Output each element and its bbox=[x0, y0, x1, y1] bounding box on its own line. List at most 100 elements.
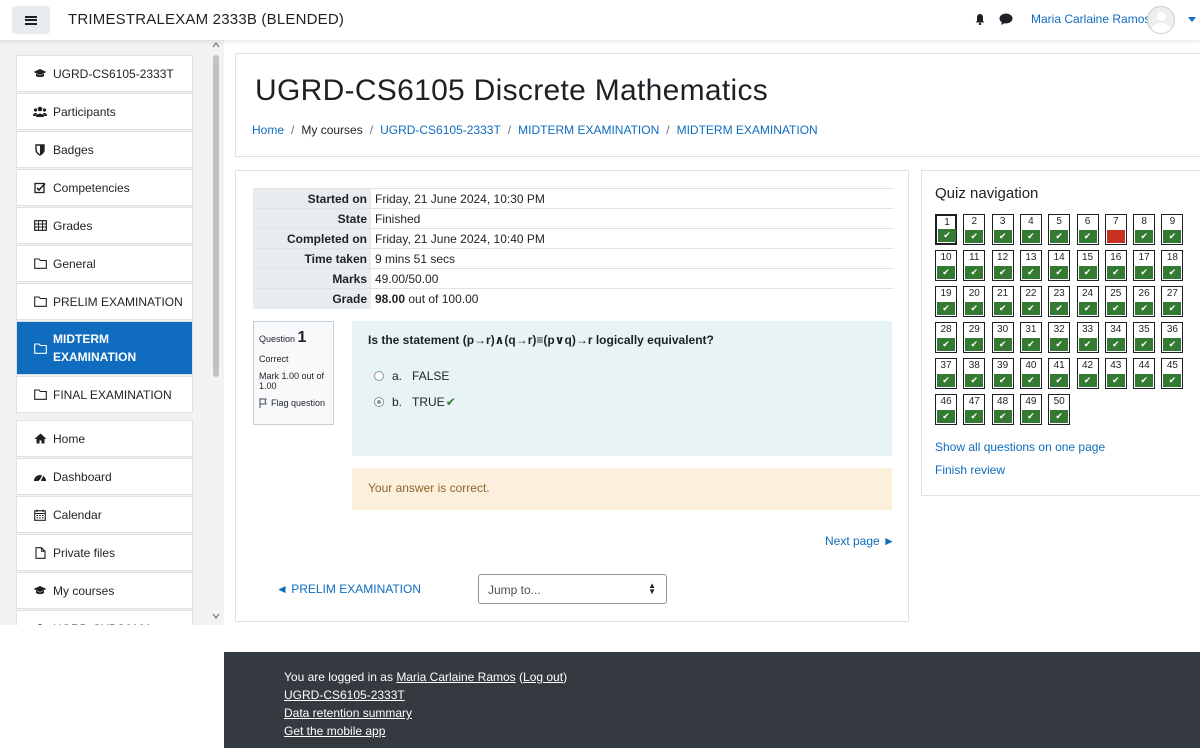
quiz-nav-button-16[interactable]: 16 ✔ bbox=[1104, 250, 1127, 281]
scrollbar-thumb[interactable] bbox=[213, 55, 219, 377]
sidebar-item-final-examination[interactable]: FINAL EXAMINATION bbox=[16, 376, 193, 413]
quiz-nav-button-41[interactable]: 41 ✔ bbox=[1048, 358, 1071, 389]
top-navbar: TRIMESTRALEXAM 2333B (BLENDED) Maria Car… bbox=[0, 0, 1200, 40]
sidebar-item-participants[interactable]: Participants bbox=[16, 93, 193, 130]
quiz-nav-button-47[interactable]: 47 ✔ bbox=[963, 394, 986, 425]
quiz-nav-button-45[interactable]: 45 ✔ bbox=[1161, 358, 1184, 389]
quiz-nav-number: 16 bbox=[1110, 252, 1122, 263]
footer-user-link[interactable]: Maria Carlaine Ramos bbox=[396, 670, 515, 684]
quiz-nav-button-8[interactable]: 8 ✔ bbox=[1133, 214, 1156, 245]
sidebar-item-ugrd-cybs6101[interactable]: UGRD-CYBS6101- bbox=[16, 610, 193, 625]
quiz-nav-button-36[interactable]: 36 ✔ bbox=[1161, 322, 1184, 353]
quiz-nav-button-37[interactable]: 37 ✔ bbox=[935, 358, 957, 389]
sidebar-item-label: Private files bbox=[53, 545, 116, 560]
quiz-nav-button-6[interactable]: 6 ✔ bbox=[1076, 214, 1099, 245]
quiz-nav-button-5[interactable]: 5 ✔ bbox=[1048, 214, 1071, 245]
quiz-nav-button-1[interactable]: 1 ✔ bbox=[935, 214, 957, 245]
sidebar-item-midterm-examination[interactable]: MIDTERM EXAMINATION bbox=[16, 321, 193, 375]
mobile-app-link[interactable]: Get the mobile app bbox=[284, 724, 385, 738]
site-name[interactable]: TRIMESTRALEXAM 2333B (BLENDED) bbox=[68, 11, 344, 28]
quiz-nav-button-48[interactable]: 48 ✔ bbox=[991, 394, 1014, 425]
sidebar-item-calendar[interactable]: Calendar bbox=[16, 496, 193, 533]
correct-state-icon: ✔ bbox=[965, 302, 984, 315]
quiz-nav-button-13[interactable]: 13 ✔ bbox=[1019, 250, 1042, 281]
quiz-nav-button-30[interactable]: 30 ✔ bbox=[991, 322, 1014, 353]
sidebar-item-label: MIDTERM EXAMINATION bbox=[53, 332, 137, 364]
sidebar-item-dashboard[interactable]: Dashboard bbox=[16, 458, 193, 495]
quiz-nav-button-43[interactable]: 43 ✔ bbox=[1104, 358, 1127, 389]
sidebar-item-general[interactable]: General bbox=[16, 245, 193, 282]
quiz-nav-button-3[interactable]: 3 ✔ bbox=[991, 214, 1014, 245]
jump-to-select[interactable]: Jump to... ▲ ▼ bbox=[478, 574, 667, 604]
quiz-nav-button-24[interactable]: 24 ✔ bbox=[1076, 286, 1099, 317]
quiz-nav-button-35[interactable]: 35 ✔ bbox=[1133, 322, 1156, 353]
quiz-nav-button-12[interactable]: 12 ✔ bbox=[991, 250, 1014, 281]
sidebar-item-badges[interactable]: Badges bbox=[16, 131, 193, 168]
quiz-nav-button-18[interactable]: 18 ✔ bbox=[1161, 250, 1184, 281]
quiz-nav-button-32[interactable]: 32 ✔ bbox=[1048, 322, 1071, 353]
breadcrumb-item[interactable]: UGRD-CS6105-2333T bbox=[380, 123, 501, 137]
quiz-nav-button-22[interactable]: 22 ✔ bbox=[1019, 286, 1042, 317]
quiz-nav-button-49[interactable]: 49 ✔ bbox=[1019, 394, 1042, 425]
quiz-nav-button-40[interactable]: 40 ✔ bbox=[1019, 358, 1042, 389]
sidebar-item-ugrd-cs6105-2333t[interactable]: UGRD-CS6105-2333T bbox=[16, 55, 193, 92]
show-all-questions-link[interactable]: Show all questions on one page bbox=[935, 440, 1105, 454]
quiz-nav-button-31[interactable]: 31 ✔ bbox=[1019, 322, 1042, 353]
bell-icon[interactable] bbox=[974, 13, 986, 25]
quiz-nav-button-26[interactable]: 26 ✔ bbox=[1133, 286, 1156, 317]
correct-state-icon: ✔ bbox=[937, 302, 955, 315]
quiz-nav-button-23[interactable]: 23 ✔ bbox=[1048, 286, 1071, 317]
correct-state-icon: ✔ bbox=[993, 374, 1012, 387]
quiz-nav-button-34[interactable]: 34 ✔ bbox=[1104, 322, 1127, 353]
chevron-down-icon[interactable] bbox=[1188, 17, 1196, 22]
flag-question-button[interactable]: Flag question bbox=[259, 398, 328, 408]
quiz-nav-button-29[interactable]: 29 ✔ bbox=[963, 322, 986, 353]
quiz-nav-button-46[interactable]: 46 ✔ bbox=[935, 394, 957, 425]
sidebar-item-grades[interactable]: Grades bbox=[16, 207, 193, 244]
quiz-nav-button-15[interactable]: 15 ✔ bbox=[1076, 250, 1099, 281]
sidebar-item-private-files[interactable]: Private files bbox=[16, 534, 193, 571]
sidebar-item-prelim-examination[interactable]: PRELIM EXAMINATION bbox=[16, 283, 193, 320]
quiz-nav-button-2[interactable]: 2 ✔ bbox=[963, 214, 986, 245]
breadcrumb-item[interactable]: MIDTERM EXAMINATION bbox=[677, 123, 818, 137]
avatar[interactable] bbox=[1147, 6, 1175, 34]
quiz-nav-button-25[interactable]: 25 ✔ bbox=[1104, 286, 1127, 317]
quiz-nav-button-33[interactable]: 33 ✔ bbox=[1076, 322, 1099, 353]
logout-link[interactable]: Log out bbox=[523, 670, 563, 684]
quiz-nav-button-10[interactable]: 10 ✔ bbox=[935, 250, 957, 281]
quiz-nav-button-28[interactable]: 28 ✔ bbox=[935, 322, 957, 353]
menu-toggle-button[interactable] bbox=[12, 6, 50, 34]
page-footer: You are logged in as Maria Carlaine Ramo… bbox=[224, 652, 1200, 748]
quiz-nav-button-20[interactable]: 20 ✔ bbox=[963, 286, 986, 317]
quiz-nav-button-7[interactable]: 7 bbox=[1104, 214, 1127, 245]
footer-course-link[interactable]: UGRD-CS6105-2333T bbox=[284, 688, 405, 702]
page-title: UGRD-CS6105 Discrete Mathematics bbox=[255, 74, 769, 107]
breadcrumb-item[interactable]: Home bbox=[252, 123, 284, 137]
quiz-nav-button-19[interactable]: 19 ✔ bbox=[935, 286, 957, 317]
quiz-nav-button-4[interactable]: 4 ✔ bbox=[1019, 214, 1042, 245]
user-menu-name[interactable]: Maria Carlaine Ramos bbox=[1031, 12, 1150, 26]
quiz-nav-number: 21 bbox=[997, 288, 1009, 299]
quiz-nav-button-38[interactable]: 38 ✔ bbox=[963, 358, 986, 389]
chat-icon[interactable] bbox=[999, 13, 1013, 25]
finish-review-link[interactable]: Finish review bbox=[935, 463, 1005, 477]
prev-activity-link[interactable]: ◄ PRELIM EXAMINATION bbox=[276, 582, 421, 596]
quiz-nav-button-17[interactable]: 17 ✔ bbox=[1133, 250, 1156, 281]
next-page-link[interactable]: Next page ► bbox=[825, 534, 895, 548]
sidebar-item-home[interactable]: Home bbox=[16, 420, 193, 457]
quiz-nav-button-50[interactable]: 50 ✔ bbox=[1048, 394, 1071, 425]
quiz-nav-button-14[interactable]: 14 ✔ bbox=[1048, 250, 1071, 281]
quiz-nav-button-21[interactable]: 21 ✔ bbox=[991, 286, 1014, 317]
data-retention-link[interactable]: Data retention summary bbox=[284, 706, 412, 720]
quiz-nav-button-44[interactable]: 44 ✔ bbox=[1133, 358, 1156, 389]
sidebar-item-competencies[interactable]: Competencies bbox=[16, 169, 193, 206]
table-icon bbox=[33, 220, 47, 232]
breadcrumb-item[interactable]: MIDTERM EXAMINATION bbox=[518, 123, 659, 137]
quiz-nav-button-11[interactable]: 11 ✔ bbox=[963, 250, 986, 281]
quiz-nav-button-42[interactable]: 42 ✔ bbox=[1076, 358, 1099, 389]
quiz-nav-button-9[interactable]: 9 ✔ bbox=[1161, 214, 1184, 245]
folder-icon bbox=[33, 296, 47, 308]
quiz-nav-button-27[interactable]: 27 ✔ bbox=[1161, 286, 1184, 317]
sidebar-item-my-courses[interactable]: My courses bbox=[16, 572, 193, 609]
quiz-nav-button-39[interactable]: 39 ✔ bbox=[991, 358, 1014, 389]
